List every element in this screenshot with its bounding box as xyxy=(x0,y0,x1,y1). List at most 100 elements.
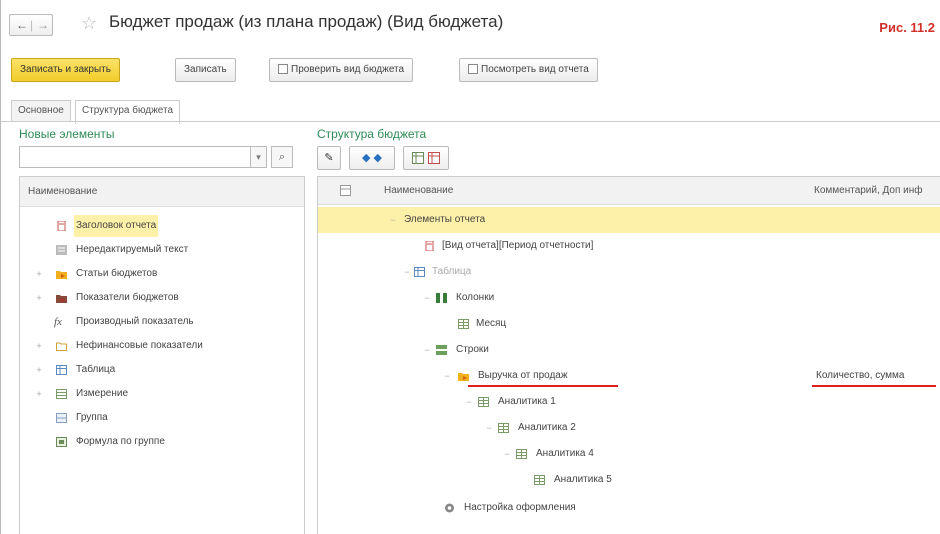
tree-row[interactable]: − Аналитика 2 xyxy=(318,415,940,441)
tree-row-label: Месяц xyxy=(476,318,507,329)
dimension-icon xyxy=(478,397,489,407)
expand-icon[interactable]: + xyxy=(34,263,44,285)
tree-row-label: Строки xyxy=(456,344,489,355)
list-item[interactable]: Заголовок отчета xyxy=(20,215,304,237)
expand-icon[interactable]: + xyxy=(34,335,44,357)
move-down-icon[interactable]: ◆ xyxy=(374,152,382,164)
command-bar: Записать и закрыть Записать Проверить ви… xyxy=(1,58,940,84)
dimension-icon xyxy=(458,319,469,329)
collapse-icon[interactable]: − xyxy=(422,285,432,311)
name-column-header[interactable]: Наименование xyxy=(20,177,304,207)
fx-icon: fx xyxy=(54,316,62,328)
tree-row[interactable]: Настройка оформления xyxy=(318,495,940,521)
tree-row[interactable]: − Колонки xyxy=(318,285,940,311)
dimension-icon xyxy=(56,389,67,399)
tree-row[interactable]: − Строки xyxy=(318,337,940,363)
tree-row[interactable]: − Выручка от продаж Количество, сумма xyxy=(318,363,940,389)
tree-row-label: [Вид отчета][Период отчетности] xyxy=(442,240,594,251)
budget-structure-tree: Наименование Комментарий, Доп инф − Элем… xyxy=(317,176,940,534)
favorite-star-icon[interactable]: ☆ xyxy=(81,13,97,34)
view-report-label: Посмотреть вид отчета xyxy=(481,64,589,75)
list-item-label: Нередактируемый текст xyxy=(76,244,189,255)
name-column-header[interactable]: Наименование xyxy=(384,185,453,196)
check-budget-type-button[interactable]: Проверить вид бюджета xyxy=(269,58,414,82)
tab-main[interactable]: Основное xyxy=(11,100,71,122)
tree-row-label: Аналитика 5 xyxy=(554,474,612,485)
search-icon[interactable]: ⌕ xyxy=(271,146,293,168)
expand-icon[interactable]: + xyxy=(34,359,44,381)
view-report-button[interactable]: Посмотреть вид отчета xyxy=(459,58,598,82)
list-item[interactable]: + Статьи бюджетов xyxy=(20,263,304,285)
rows-icon xyxy=(436,345,447,355)
collapse-icon[interactable]: − xyxy=(402,259,412,285)
tree-row-label: Аналитика 2 xyxy=(518,422,576,433)
extra-buttons xyxy=(403,146,449,170)
expand-icon[interactable]: + xyxy=(34,287,44,309)
figure-label: Рис. 11.2 xyxy=(879,20,935,35)
list-item-label: Статьи бюджетов xyxy=(76,268,158,279)
form-window: ← | → ☆ Бюджет продаж (из плана продаж) … xyxy=(0,0,940,534)
annotation-underline xyxy=(468,385,618,387)
folder-outline-icon xyxy=(56,342,67,351)
title-bar: ← | → ☆ Бюджет продаж (из плана продаж) … xyxy=(1,0,940,50)
tab-divider xyxy=(1,121,940,122)
tree-row[interactable]: − Элементы отчета xyxy=(318,207,940,233)
list-item-label: Показатели бюджетов xyxy=(76,292,179,303)
new-elements-title: Новые элементы xyxy=(19,127,115,141)
dropdown-icon[interactable]: ▾ xyxy=(251,146,267,168)
tree-row[interactable]: − Аналитика 1 xyxy=(318,389,940,415)
collapse-icon[interactable]: − xyxy=(422,337,432,363)
comment-column-header[interactable]: Комментарий, Доп инф xyxy=(814,185,923,196)
collapse-icon[interactable]: − xyxy=(502,441,512,467)
indicator-icon xyxy=(56,295,67,303)
collapse-icon[interactable]: − xyxy=(484,415,494,441)
list-item[interactable]: Нередактируемый текст xyxy=(20,239,304,261)
expand-icon[interactable]: + xyxy=(34,383,44,405)
tree-row[interactable]: Месяц xyxy=(318,311,940,337)
list-item[interactable]: + Измерение xyxy=(20,383,304,405)
back-arrow-icon[interactable]: ← xyxy=(16,18,28,32)
group-icon xyxy=(56,413,67,423)
table-remove-icon[interactable] xyxy=(427,152,440,165)
tree-row[interactable]: [Вид отчета][Период отчетности] xyxy=(318,233,940,259)
collapse-icon[interactable]: − xyxy=(442,363,452,389)
tree-row[interactable]: Аналитика 5 xyxy=(318,467,940,493)
list-item-label: Таблица xyxy=(76,364,116,375)
new-elements-list: Наименование Заголовок отчета Нередактир… xyxy=(19,176,305,534)
report-header-icon xyxy=(57,221,66,231)
list-item[interactable]: Формула по группе xyxy=(20,431,304,453)
window-title: Бюджет продаж (из плана продаж) (Вид бюд… xyxy=(109,12,504,31)
tree-row-label: Аналитика 1 xyxy=(498,396,556,407)
edit-pencil-icon[interactable]: ✎ xyxy=(317,146,341,170)
dimension-icon xyxy=(516,449,527,459)
check-icon xyxy=(278,64,288,75)
list-item[interactable]: Группа xyxy=(20,407,304,429)
divider: | xyxy=(30,18,34,32)
budget-structure-title: Структура бюджета xyxy=(317,127,427,141)
column-settings-icon[interactable] xyxy=(340,185,351,196)
save-button[interactable]: Записать xyxy=(175,58,236,82)
list-item[interactable]: + Таблица xyxy=(20,359,304,381)
forward-arrow-icon[interactable]: → xyxy=(37,18,49,32)
tree-row-label: Таблица xyxy=(432,266,472,277)
tree-row-label: Элементы отчета xyxy=(404,214,486,225)
collapse-icon[interactable]: − xyxy=(464,389,474,415)
collapse-icon[interactable]: − xyxy=(388,207,398,233)
list-item-label: Измерение xyxy=(76,388,129,399)
list-item[interactable]: + Нефинансовые показатели xyxy=(20,335,304,357)
tree-row-label: Настройка оформления xyxy=(464,502,576,513)
tree-header: Наименование Комментарий, Доп инф xyxy=(318,177,940,205)
list-item-label: Нефинансовые показатели xyxy=(76,340,203,351)
move-buttons: ◆ ◆ xyxy=(349,146,395,170)
dimension-icon xyxy=(534,475,545,485)
tree-row[interactable]: − Таблица xyxy=(318,259,940,285)
new-elements-search-input[interactable] xyxy=(19,146,251,168)
save-and-close-button[interactable]: Записать и закрыть xyxy=(11,58,120,82)
list-item[interactable]: + Показатели бюджетов xyxy=(20,287,304,309)
move-up-icon[interactable]: ◆ xyxy=(362,152,370,164)
tree-row[interactable]: − Аналитика 4 xyxy=(318,441,940,467)
list-item[interactable]: fx Производный показатель xyxy=(20,311,304,333)
columns-icon xyxy=(436,293,447,303)
report-icon xyxy=(468,64,478,75)
table-settings-icon[interactable] xyxy=(412,152,425,165)
